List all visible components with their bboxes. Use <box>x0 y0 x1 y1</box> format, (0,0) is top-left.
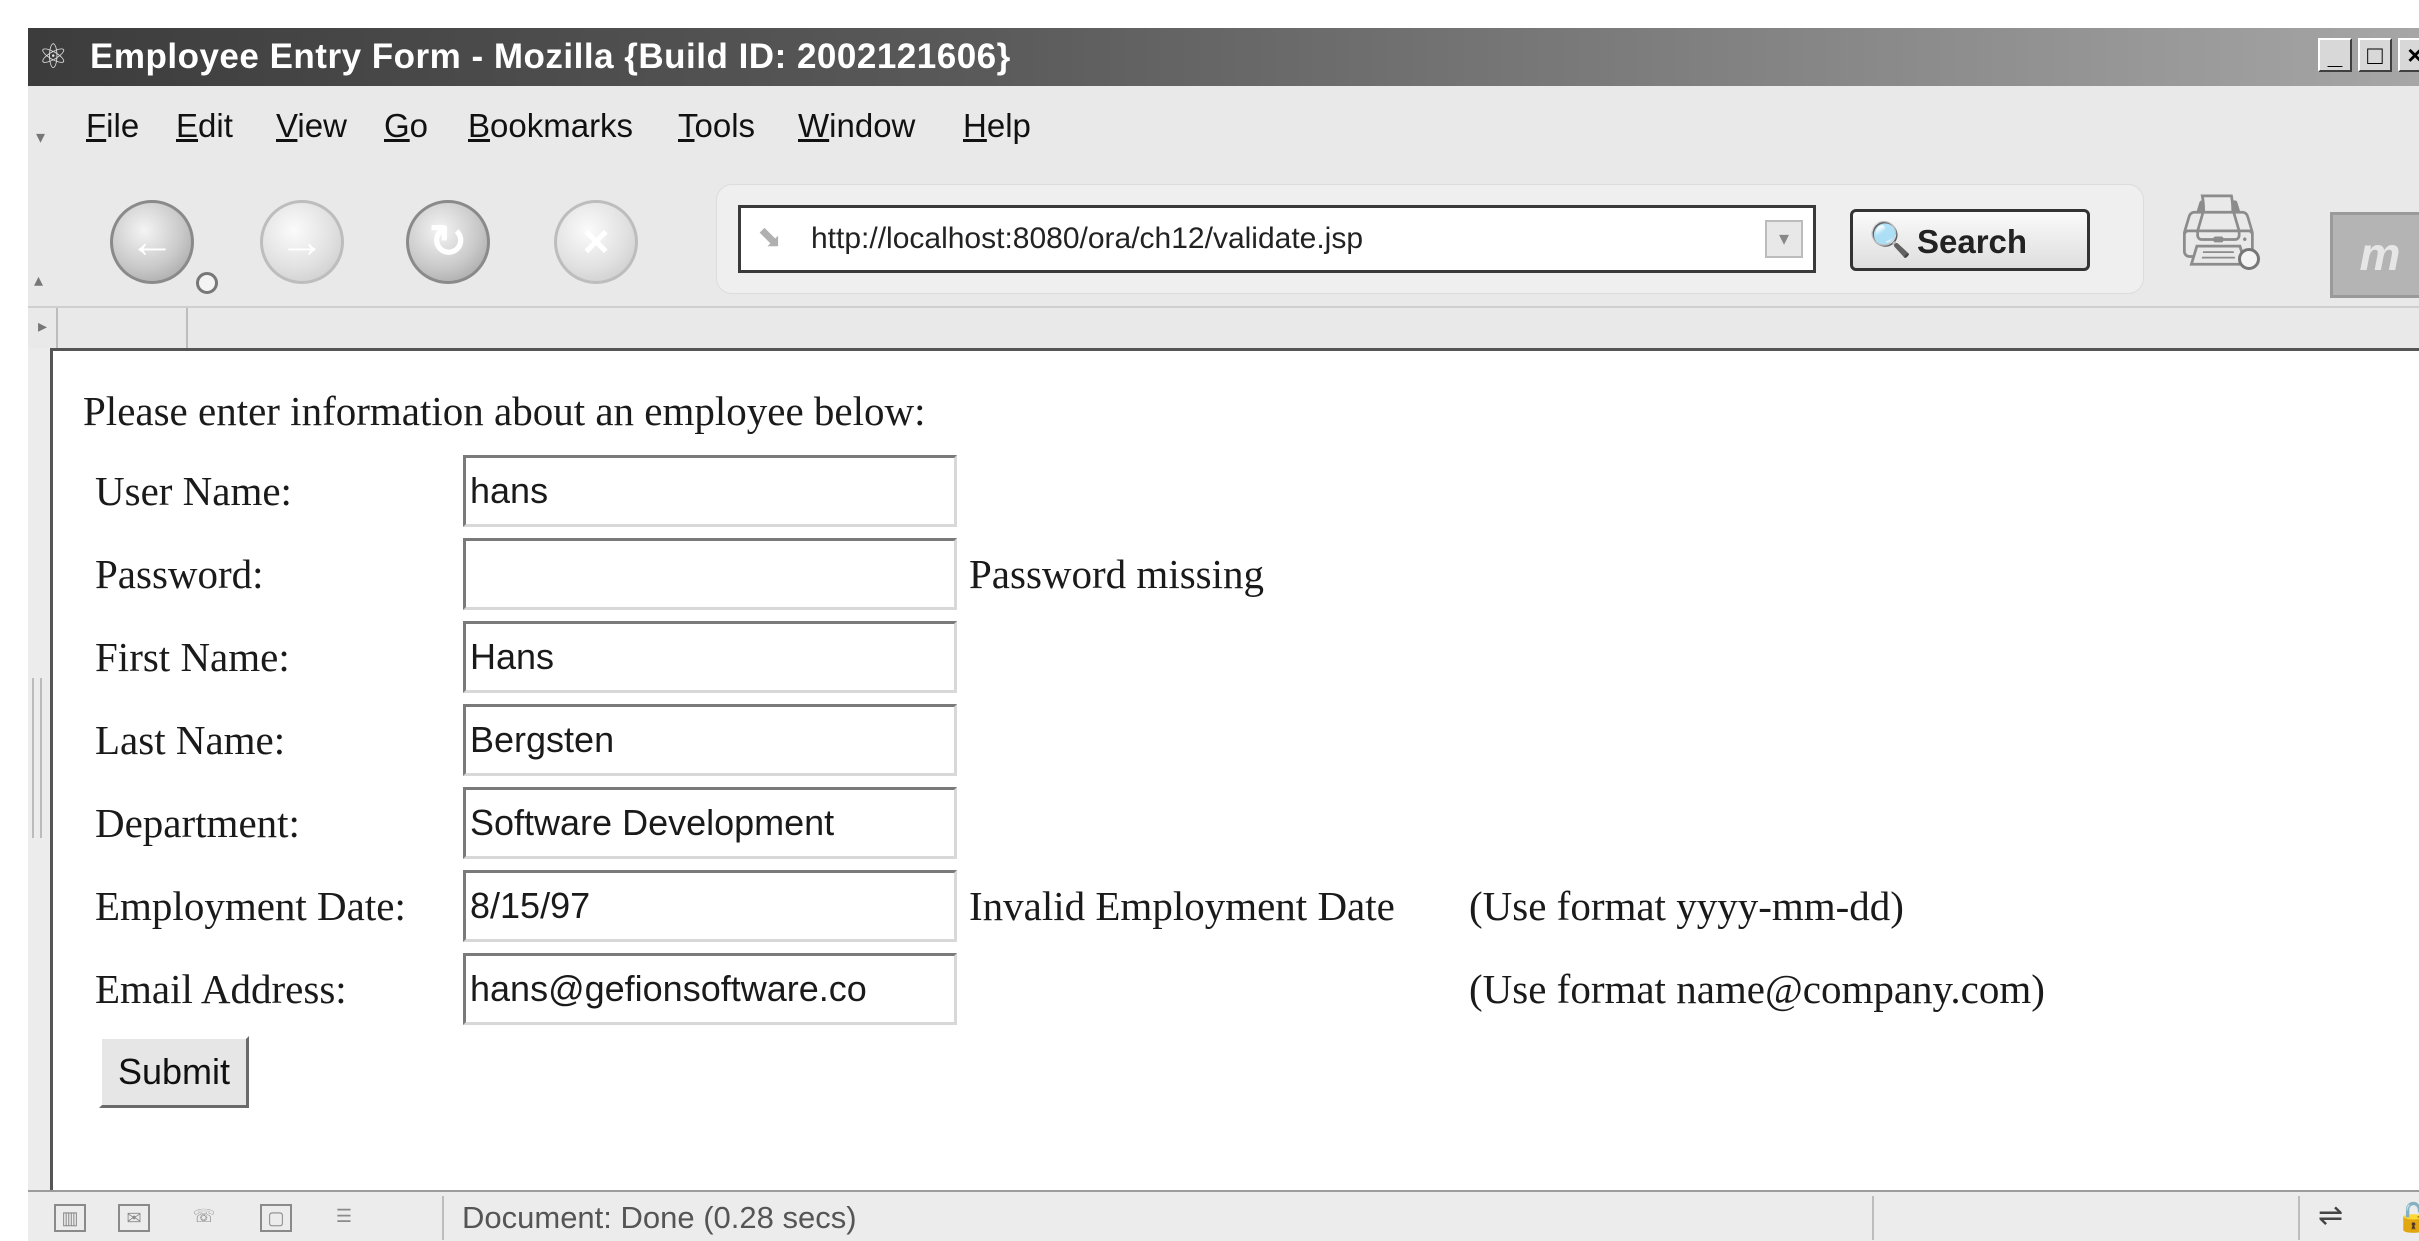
submit-button[interactable]: Submit <box>99 1036 249 1108</box>
menu-go[interactable]: Go <box>384 106 428 146</box>
menu-bookmarks[interactable]: Bookmarks <box>468 106 633 146</box>
email-label: Email Address: <box>95 966 347 1012</box>
lastname-label: Last Name: <box>95 717 286 763</box>
employment-date-format-hint: (Use format yyyy-mm-dd) <box>1469 883 1904 929</box>
firstname-label: First Name: <box>95 634 290 680</box>
form-row-username: User Name: <box>53 447 2353 527</box>
addressbook-icon[interactable]: ☰ <box>328 1204 360 1232</box>
email-format-hint: (Use format name@company.com) <box>1469 966 2045 1012</box>
personal-toolbar: ▸ <box>28 306 2419 350</box>
back-arrow-icon: ← <box>129 215 175 267</box>
minimize-button[interactable]: _ <box>2318 38 2352 72</box>
employment-date-label: Employment Date: <box>95 883 406 929</box>
form-row-lastname: Last Name: <box>53 696 2353 776</box>
reload-button[interactable]: ↻ <box>406 200 490 284</box>
forward-button[interactable]: → <box>260 200 344 284</box>
mozilla-icon: ⚛ <box>38 38 69 76</box>
mozilla-throbber-icon[interactable]: m <box>2330 212 2419 298</box>
firstname-input[interactable] <box>463 621 957 693</box>
menu-edit[interactable]: Edit <box>176 106 233 146</box>
url-input[interactable] <box>811 216 1711 262</box>
print-dropdown-icon[interactable] <box>2238 248 2260 270</box>
department-input[interactable] <box>463 787 957 859</box>
lastname-input[interactable] <box>463 704 957 776</box>
status-separator <box>1872 1196 1874 1240</box>
password-input[interactable] <box>463 538 957 610</box>
status-bar: ▥ ✉ ☏ ▢ ☰ Document: Done (0.28 secs) ⇌ 🔓 <box>28 1190 2419 1241</box>
forward-arrow-icon: → <box>279 215 325 267</box>
window-title: Employee Entry Form - Mozilla {Build ID:… <box>90 37 1011 76</box>
splitter-grip-icon <box>32 678 42 838</box>
toolbar-grip-icon[interactable]: ▴ <box>34 270 43 291</box>
address-bar[interactable]: ⬊ ▾ <box>738 205 1816 273</box>
username-label: User Name: <box>95 468 292 514</box>
close-button[interactable]: × <box>2398 38 2419 72</box>
username-input[interactable] <box>463 455 957 527</box>
status-separator <box>442 1196 444 1240</box>
stop-button[interactable]: × <box>554 200 638 284</box>
sidebar-splitter[interactable] <box>28 348 50 1190</box>
search-button-label: Search <box>1917 223 2028 260</box>
status-separator <box>2298 1196 2300 1240</box>
search-button[interactable]: 🔍 Search <box>1850 209 2090 271</box>
menubar-grip-icon[interactable]: ▾ <box>36 128 46 146</box>
url-history-dropdown-icon[interactable]: ▾ <box>1765 220 1803 258</box>
department-label: Department: <box>95 800 300 846</box>
navigation-toolbar: ▴ ← → ↻ × ⬊ ▾ 🔍 Search 🖨 m <box>28 160 2419 300</box>
mail-icon[interactable]: ✉ <box>118 1204 150 1232</box>
reload-icon: ↻ <box>428 215 468 267</box>
menu-view[interactable]: View <box>276 106 347 146</box>
menu-window[interactable]: Window <box>798 106 915 146</box>
page-proxy-icon[interactable]: ⬊ <box>757 220 782 256</box>
tab-area[interactable] <box>56 308 188 348</box>
page-content: Please enter information about an employ… <box>50 348 2419 1190</box>
online-connection-icon[interactable]: ⇌ <box>2318 1196 2343 1236</box>
password-label: Password: <box>95 551 264 597</box>
form-row-email: Email Address: (Use format name@company.… <box>53 945 2353 1025</box>
form-row-firstname: First Name: <box>53 613 2353 693</box>
form-intro-text: Please enter information about an employ… <box>83 388 926 434</box>
back-button[interactable]: ← <box>110 200 194 284</box>
window-title-bar[interactable]: ⚛ Employee Entry Form - Mozilla {Build I… <box>28 28 2419 86</box>
form-row-password: Password: Password missing <box>53 530 2353 610</box>
menu-bar: ▾ File Edit View Go Bookmarks Tools Wind… <box>28 96 2419 156</box>
navigator-icon[interactable]: ▥ <box>54 1204 86 1232</box>
email-input[interactable] <box>463 953 957 1025</box>
composer-icon[interactable]: ▢ <box>260 1204 292 1232</box>
stop-icon: × <box>582 215 610 267</box>
password-error-message: Password missing <box>969 551 1265 597</box>
menu-help[interactable]: Help <box>963 106 1031 146</box>
personal-toolbar-grip-icon[interactable]: ▸ <box>38 316 47 337</box>
chat-icon[interactable]: ☏ <box>188 1204 220 1232</box>
maximize-button[interactable]: □ <box>2358 38 2392 72</box>
form-row-department: Department: <box>53 779 2353 859</box>
search-icon: 🔍 <box>1869 221 1912 259</box>
employment-date-input[interactable] <box>463 870 957 942</box>
status-text: Document: Done (0.28 secs) <box>462 1200 857 1235</box>
back-history-dropdown-icon[interactable] <box>196 272 218 294</box>
menu-file[interactable]: File <box>86 106 139 146</box>
menu-tools[interactable]: Tools <box>678 106 755 146</box>
employment-date-error-message: Invalid Employment Date <box>969 883 1395 929</box>
form-row-employment-date: Employment Date: Invalid Employment Date… <box>53 862 2353 942</box>
security-lock-icon[interactable]: 🔓 <box>2396 1198 2419 1238</box>
